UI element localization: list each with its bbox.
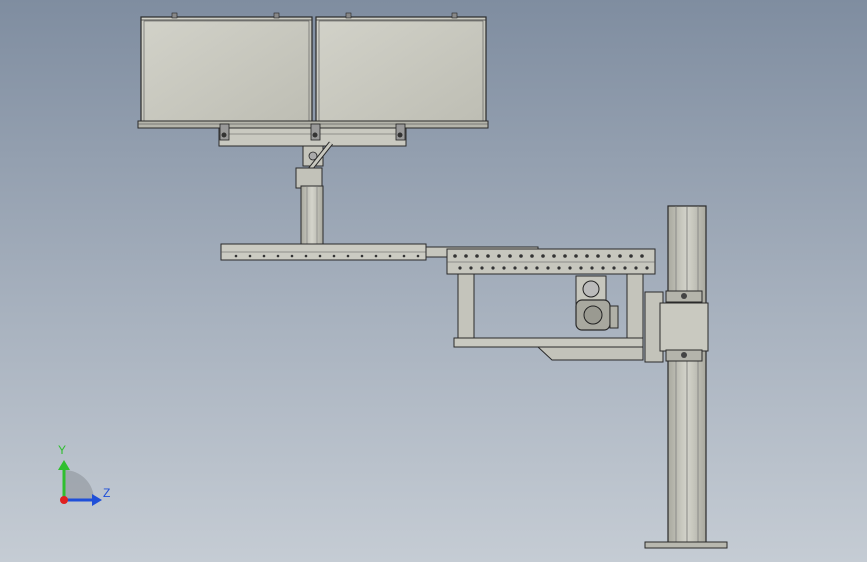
bolt-hole: [360, 254, 364, 258]
bolt-hole: [552, 254, 556, 258]
bolt-hole: [464, 254, 468, 258]
bolt-hole: [346, 254, 350, 258]
bolt-hole: [374, 254, 378, 258]
bolt-hole: [318, 254, 322, 258]
bolt-hole: [568, 266, 572, 270]
bolt-hole: [541, 254, 545, 258]
bolt-hole: [486, 254, 490, 258]
bolt-hole: [574, 254, 578, 258]
bolt-hole: [475, 254, 479, 258]
assembly-drawing: [58, 12, 728, 549]
axis-triad: [58, 460, 102, 506]
bolt-hole: [234, 254, 238, 258]
bolt-hole: [601, 266, 605, 270]
bolt-hole: [469, 266, 473, 270]
bolt-hole: [513, 266, 517, 270]
bolt-hole: [557, 266, 561, 270]
bolt-hole: [563, 254, 567, 258]
bolt-hole: [276, 254, 280, 258]
y-axis-head: [58, 460, 70, 470]
bolt-hole: [524, 266, 528, 270]
bolt-hole: [590, 266, 594, 270]
x-axis-dot: [60, 496, 68, 504]
bolt-hole: [497, 254, 501, 258]
monitor-right: [315, 12, 487, 128]
y-axis-label: Y: [58, 443, 67, 457]
bolt-hole: [416, 254, 420, 258]
drive-motor: [575, 275, 619, 331]
bolt-hole: [612, 266, 616, 270]
bolt-hole: [508, 254, 512, 258]
bolt-hole: [519, 254, 523, 258]
bolt-hole: [248, 254, 252, 258]
bolt-hole: [645, 266, 649, 270]
monitor-left: [140, 12, 313, 128]
z-axis-head: [92, 494, 102, 506]
bolt-hole: [290, 254, 294, 258]
bolt-hole: [618, 254, 622, 258]
bolt-hole: [458, 266, 462, 270]
bolt-hole: [634, 266, 638, 270]
cad-viewport[interactable]: Y Z: [0, 0, 867, 562]
bolt-hole: [262, 254, 266, 258]
bolt-hole: [640, 254, 644, 258]
bolt-hole: [502, 266, 506, 270]
bolt-hole: [530, 254, 534, 258]
post-clamp: [644, 290, 709, 363]
bolt-hole: [453, 254, 457, 258]
bolt-hole: [491, 266, 495, 270]
bolt-hole: [388, 254, 392, 258]
bolt-hole: [607, 254, 611, 258]
bolt-hole: [304, 254, 308, 258]
bolt-hole: [332, 254, 336, 258]
z-axis-label: Z: [103, 486, 111, 500]
bolt-hole: [579, 266, 583, 270]
bolt-hole: [535, 266, 539, 270]
bolt-hole: [585, 254, 589, 258]
carriage-plate: [446, 248, 656, 275]
bolt-hole: [402, 254, 406, 258]
bolt-hole: [480, 266, 484, 270]
monitor-column: [300, 185, 324, 245]
bolt-hole: [629, 254, 633, 258]
bolt-hole: [596, 254, 600, 258]
bolt-hole: [546, 266, 550, 270]
main-post: [644, 205, 728, 549]
tilt-joint: [295, 141, 333, 189]
bolt-hole: [623, 266, 627, 270]
